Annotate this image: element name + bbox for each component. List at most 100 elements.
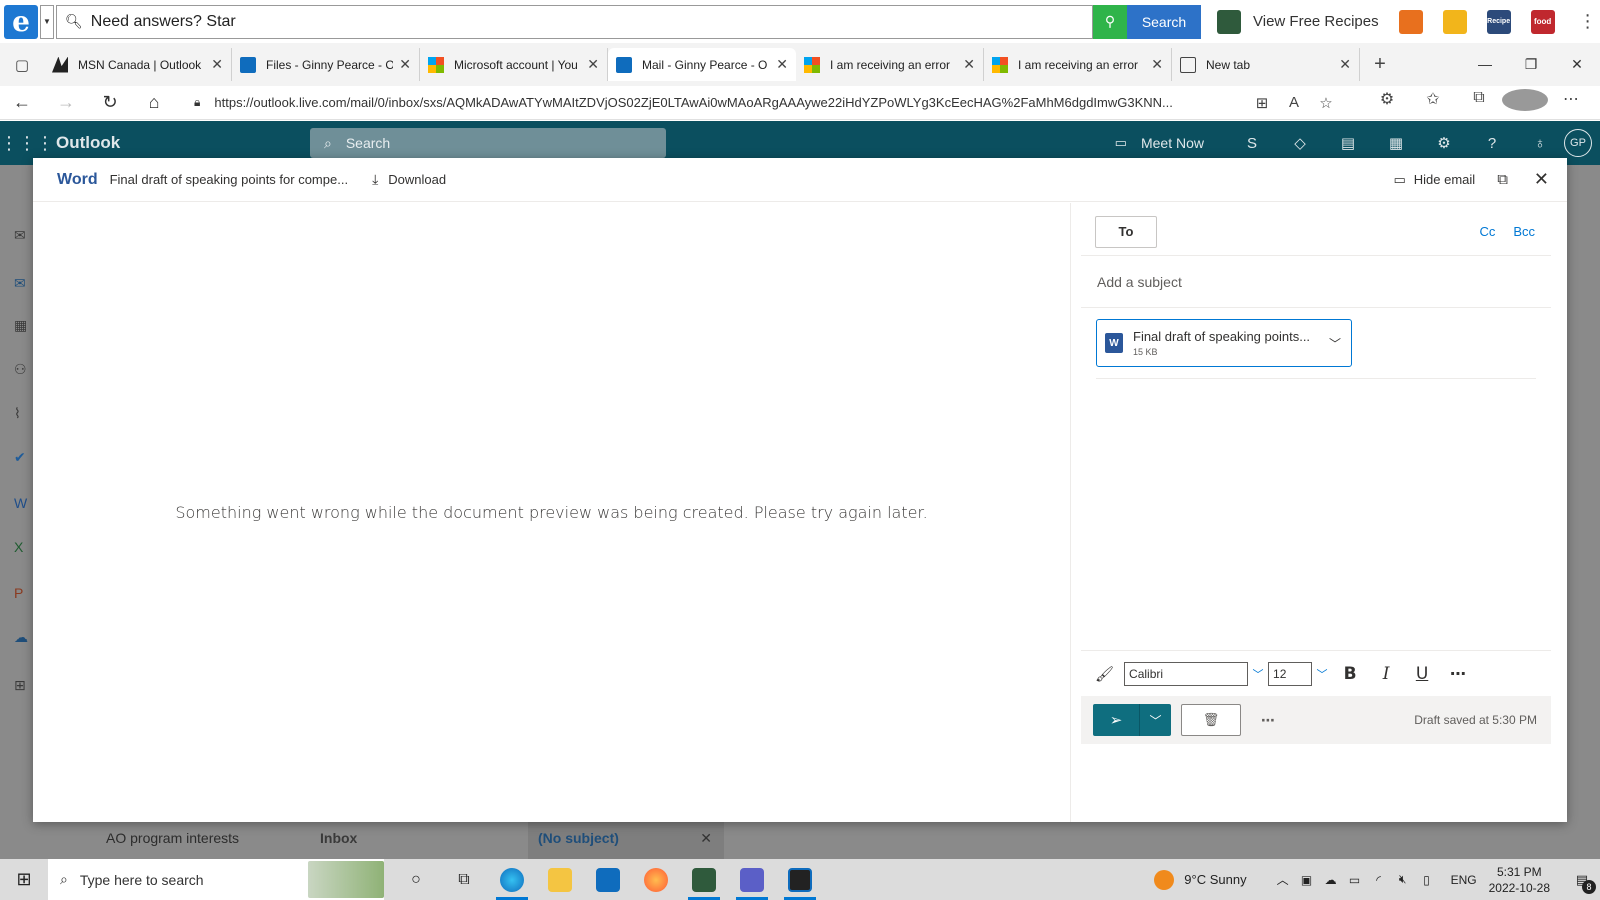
language-indicator[interactable]: ENG xyxy=(1451,873,1477,887)
browser-tab-error-1[interactable]: I am receiving an error ✕ xyxy=(796,48,984,81)
edge-icon[interactable] xyxy=(488,859,536,900)
task-view-icon[interactable]: ⧉ xyxy=(440,859,488,900)
inbox-tab[interactable]: Inbox xyxy=(320,830,528,846)
underline-button[interactable]: U xyxy=(1404,664,1440,684)
my-day-icon[interactable]: ▦ xyxy=(1372,134,1420,152)
onedrive-tray-icon[interactable]: ☁ xyxy=(1319,873,1343,887)
cortana-icon[interactable]: ○ xyxy=(392,859,440,900)
cc-link[interactable]: Cc xyxy=(1479,224,1495,239)
close-icon[interactable]: ✕ xyxy=(700,830,712,847)
browser-tab-files[interactable]: Files - Ginny Pearce - O ✕ xyxy=(232,48,420,81)
chevron-down-icon[interactable]: ﹀ xyxy=(1329,335,1341,352)
minimize-icon[interactable]: — xyxy=(1462,56,1508,73)
help-icon[interactable]: ? xyxy=(1468,135,1516,152)
onedrive-icon[interactable]: ☁ xyxy=(14,629,34,649)
food-ext-icon[interactable]: food xyxy=(1530,9,1555,34)
italic-button[interactable]: I xyxy=(1368,664,1404,684)
notifications-icon[interactable]: ▤ 8 xyxy=(1564,872,1600,894)
outlook-search-input[interactable]: ⌕ Search xyxy=(310,128,666,158)
mail-icon[interactable]: ✉ xyxy=(14,227,34,247)
browser-tab-msn[interactable]: MSN Canada | Outlook ✕ xyxy=(44,48,232,81)
outlook-brand[interactable]: Outlook xyxy=(56,133,310,153)
new-tab-button[interactable]: + xyxy=(1360,53,1400,76)
people-icon[interactable]: ⚇ xyxy=(14,361,34,381)
mail-active-icon[interactable]: ✉ xyxy=(14,275,34,295)
profile-icon[interactable] xyxy=(1502,89,1548,116)
search-engine-dropdown[interactable]: ▼ xyxy=(40,4,54,39)
gear-icon[interactable]: ⚙ xyxy=(1420,134,1468,152)
office-icon[interactable]: ▤ xyxy=(1324,134,1372,152)
file-explorer-icon[interactable] xyxy=(536,859,584,900)
system-clock[interactable]: 5:31 PM 2022-10-28 xyxy=(1489,864,1550,896)
windows-start-icon[interactable]: ⊞ xyxy=(0,869,48,890)
subject-input[interactable] xyxy=(1097,273,1497,290)
send-button[interactable]: ➢ xyxy=(1093,704,1139,736)
tab-actions-icon[interactable]: ▢ xyxy=(0,56,44,74)
recipes-app-taskbar-icon[interactable] xyxy=(680,859,728,900)
download-button[interactable]: ⤓ Download xyxy=(372,171,446,188)
folder-item[interactable]: AO program interests xyxy=(106,830,320,846)
meet-now-button[interactable]: ▭ Meet Now xyxy=(1115,135,1204,151)
view-free-recipes-link[interactable]: View Free Recipes xyxy=(1253,13,1379,30)
firefox-icon[interactable] xyxy=(632,859,680,900)
store-icon[interactable] xyxy=(584,859,632,900)
bcc-link[interactable]: Bcc xyxy=(1513,224,1535,239)
excel-icon[interactable]: X xyxy=(14,539,34,559)
volume-muted-icon[interactable]: 🔇︎ xyxy=(1391,872,1415,887)
todo-check-icon[interactable]: ✔ xyxy=(14,449,34,469)
close-tab-icon[interactable]: ✕ xyxy=(963,56,975,73)
browser-tab-mail[interactable]: Mail - Ginny Pearce - O ✕ xyxy=(608,48,796,81)
close-window-icon[interactable]: ✕ xyxy=(1554,56,1600,73)
browser-tab-error-2[interactable]: I am receiving an error ✕ xyxy=(984,48,1172,81)
favorites-icon[interactable]: ✩ xyxy=(1410,89,1456,116)
more-formatting-icon[interactable]: ⋯ xyxy=(1440,664,1476,684)
weather-widget[interactable]: 9°C Sunny xyxy=(1184,872,1246,887)
popout-icon[interactable]: ⧉ xyxy=(1497,171,1508,188)
home-icon[interactable]: ⌂ xyxy=(132,92,176,113)
close-tab-icon[interactable]: ✕ xyxy=(1151,56,1163,73)
toolbar-search-button[interactable]: ⚲ Search xyxy=(1093,4,1201,39)
back-icon[interactable]: ← xyxy=(0,92,44,113)
extensions-icon[interactable]: ⚙ xyxy=(1364,89,1410,116)
browser-tab-microsoft-account[interactable]: Microsoft account | You ✕ xyxy=(420,48,608,81)
close-tab-icon[interactable]: ✕ xyxy=(1339,56,1351,73)
settings-more-icon[interactable]: ⋯ xyxy=(1548,89,1594,116)
teams-icon[interactable] xyxy=(728,859,776,900)
chevron-down-icon[interactable]: ﹀ xyxy=(1312,666,1332,682)
close-tab-icon[interactable]: ✕ xyxy=(399,56,411,73)
recipes-app-icon[interactable] xyxy=(1217,9,1241,34)
tray-app-icon[interactable]: ▣ xyxy=(1295,873,1319,887)
refresh-icon[interactable]: ↻ xyxy=(88,92,132,113)
attachment-icon[interactable]: ⌇ xyxy=(14,405,34,425)
close-icon[interactable]: ✕ xyxy=(1534,169,1549,190)
toolbar-search-input[interactable]: 🔍︎ Need answers? Star xyxy=(56,4,1093,39)
taskbar-search-input[interactable]: ⌕ Type here to search xyxy=(48,859,384,900)
url-input[interactable]: 🔒︎ https://outlook.live.com/mail/0/inbox… xyxy=(180,88,1240,118)
to-button[interactable]: To xyxy=(1095,215,1157,248)
format-painter-icon[interactable]: 🖌︎ xyxy=(1095,665,1114,683)
close-tab-icon[interactable]: ✕ xyxy=(776,56,788,73)
browser-tab-new[interactable]: New tab ✕ xyxy=(1172,48,1360,81)
attachment-card[interactable]: W Final draft of speaking points... 15 K… xyxy=(1096,319,1352,367)
close-tab-icon[interactable]: ✕ xyxy=(211,56,223,73)
bold-button[interactable]: B xyxy=(1332,664,1368,684)
account-avatar[interactable]: GP xyxy=(1564,129,1592,157)
browser-logo-icon[interactable]: e xyxy=(4,4,38,39)
more-options-icon[interactable]: ⋯ xyxy=(1261,712,1275,729)
hide-email-button[interactable]: ▭ Hide email xyxy=(1393,172,1475,188)
app-available-icon[interactable]: ⊞ xyxy=(1246,94,1278,112)
font-family-input[interactable]: Calibri xyxy=(1124,661,1249,686)
battery-icon[interactable]: ▭ xyxy=(1343,873,1367,887)
draft-tab[interactable]: (No subject) ✕ xyxy=(528,817,724,859)
outlook-taskbar-icon[interactable] xyxy=(776,859,824,900)
tips-lightbulb-icon[interactable]: ♁ xyxy=(1516,135,1564,152)
chevron-up-icon[interactable]: ︿ xyxy=(1271,871,1295,888)
discard-button[interactable]: 🗑︎ xyxy=(1181,704,1241,736)
wifi-icon[interactable]: ◜ xyxy=(1367,873,1391,887)
close-tab-icon[interactable]: ✕ xyxy=(587,56,599,73)
powerpoint-icon[interactable]: P xyxy=(14,585,34,605)
recipe-ext-icon[interactable] xyxy=(1398,9,1423,34)
read-aloud-icon[interactable]: A xyxy=(1278,94,1310,112)
chevron-down-icon[interactable]: ﹀ xyxy=(1248,666,1268,682)
collections-icon[interactable]: ⧉ xyxy=(1456,89,1502,116)
